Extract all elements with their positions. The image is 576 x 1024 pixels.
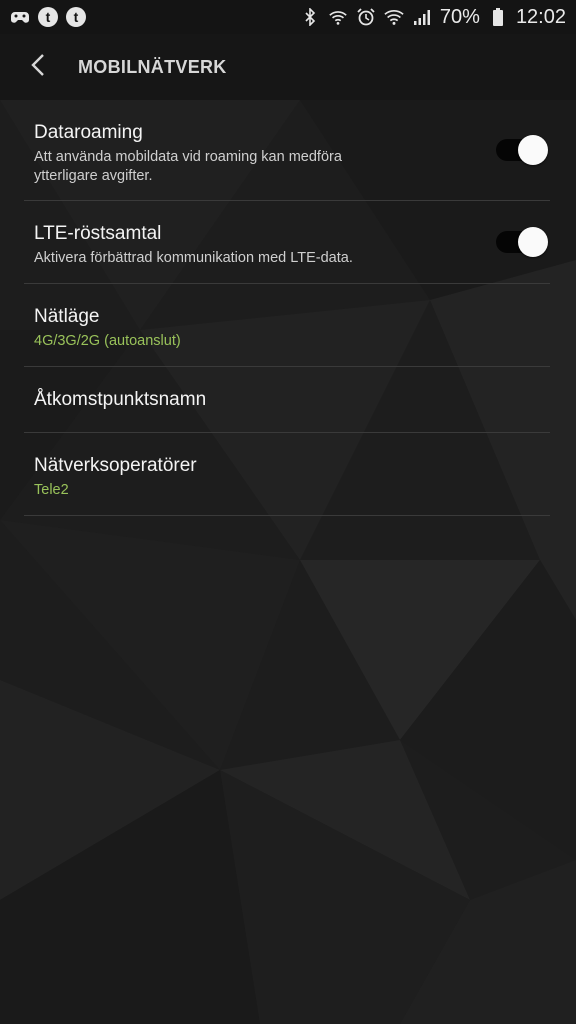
- svg-text:t: t: [46, 9, 51, 25]
- setting-title: LTE-röstsamtal: [34, 223, 162, 244]
- chevron-left-icon: [30, 53, 46, 82]
- svg-text:t: t: [74, 9, 79, 25]
- toggle-knob: [518, 227, 548, 257]
- setting-lte-voice[interactable]: LTE-röstsamtal Aktivera förbättrad kommu…: [24, 201, 550, 284]
- setting-access-point-names[interactable]: Åtkomstpunktsnamn: [24, 367, 550, 433]
- wifi-icon: [384, 7, 404, 27]
- setting-text: Nätverksoperatörer Tele2: [24, 433, 550, 500]
- clock: 12:02: [515, 5, 566, 28]
- tumblr-icon: t: [38, 7, 58, 27]
- lte-voice-toggle[interactable]: [496, 227, 548, 257]
- app-bar: MOBILNÄTVERK: [0, 34, 576, 100]
- dataroaming-toggle[interactable]: [496, 135, 548, 165]
- toggle-knob: [518, 135, 548, 165]
- bluetooth-icon: [300, 7, 320, 27]
- tumblr-icon: t: [66, 7, 86, 27]
- game-controller-icon: [10, 7, 30, 27]
- setting-title: Dataroaming: [34, 122, 143, 143]
- setting-dataroaming[interactable]: Dataroaming Att använda mobildata vid ro…: [24, 100, 550, 201]
- page-title: MOBILNÄTVERK: [78, 56, 227, 77]
- wifi-calling-icon: [328, 7, 348, 27]
- battery-icon: [488, 7, 508, 27]
- setting-title: Nätläge: [34, 306, 100, 327]
- setting-text: Nätläge 4G/3G/2G (autoanslut): [24, 284, 550, 351]
- setting-description: Att använda mobildata vid roaming kan me…: [34, 149, 342, 184]
- alarm-icon: [356, 7, 376, 27]
- setting-network-operators[interactable]: Nätverksoperatörer Tele2: [24, 433, 550, 516]
- battery-percent: 70%: [439, 5, 480, 28]
- back-button[interactable]: [8, 34, 68, 100]
- setting-title: Nätverksoperatörer: [34, 455, 197, 476]
- setting-network-mode[interactable]: Nätläge 4G/3G/2G (autoanslut): [24, 284, 550, 367]
- setting-text: Åtkomstpunktsnamn: [24, 367, 550, 411]
- status-bar: t t 70% 12:02: [0, 0, 576, 34]
- setting-value: 4G/3G/2G (autoanslut): [34, 333, 181, 349]
- settings-list: Dataroaming Att använda mobildata vid ro…: [0, 100, 576, 516]
- setting-title: Åtkomstpunktsnamn: [34, 389, 207, 410]
- setting-description: Aktivera förbättrad kommunikation med LT…: [34, 250, 353, 266]
- signal-icon: [412, 7, 432, 27]
- setting-text: LTE-röstsamtal Aktivera förbättrad kommu…: [24, 201, 550, 268]
- setting-text: Dataroaming Att använda mobildata vid ro…: [24, 100, 550, 186]
- setting-value: Tele2: [34, 482, 69, 498]
- system-icons: 70% 12:02: [300, 6, 566, 29]
- notification-icons: t t: [10, 7, 86, 27]
